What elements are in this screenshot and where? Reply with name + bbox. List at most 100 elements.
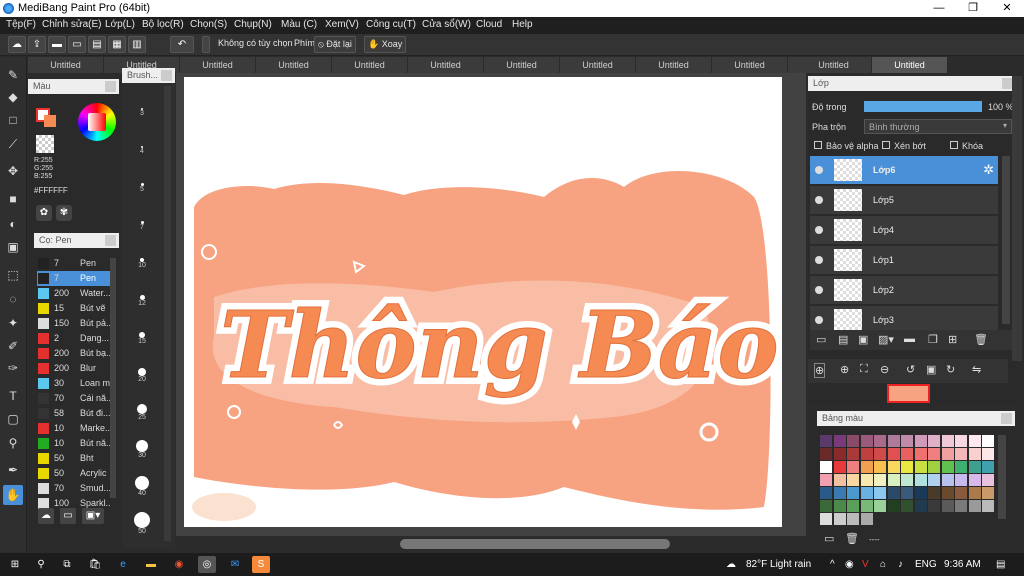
palette-swatch[interactable] [820,435,832,447]
menu-file[interactable]: Tệp(F) [6,19,36,30]
palette-swatch[interactable] [941,461,954,473]
undo-icon[interactable]: ↶ [170,36,194,53]
palette-swatch[interactable] [955,448,967,460]
gear-icon[interactable]: ✲ [983,162,994,178]
brush-tool-icon[interactable]: ✎ [3,65,23,85]
start-icon[interactable]: ⊞ [6,556,24,573]
brush-list-item[interactable]: 150 Bút pả... [37,316,111,331]
palette-swatch[interactable] [941,487,954,499]
rotate-left-icon[interactable]: ↺ [906,363,915,376]
palette-swatch[interactable] [887,474,900,486]
clock[interactable]: 9:36 AM [944,559,981,570]
eraser-tool-icon[interactable]: ◆ [3,87,23,107]
brush-list-item[interactable]: 15 Bút vẽ [37,301,111,316]
actual-size-icon[interactable]: ▣ [926,363,936,376]
line-tool-icon[interactable]: ⟋ [3,134,23,154]
palette-scrollbar[interactable] [998,435,1006,519]
brush-size-option[interactable]: 20 [122,356,162,383]
tab-document[interactable]: Untitled [636,57,712,73]
tray-chevron-icon[interactable]: ^ [830,559,835,570]
menu-color[interactable]: Màu (C) [281,19,317,30]
background-color-swatch[interactable] [44,115,56,127]
minimize-button[interactable]: — [922,0,956,17]
palette-swatch[interactable] [860,500,873,512]
new-8bit-layer-icon[interactable]: ▣ [858,333,868,346]
tab-document[interactable]: Untitled [332,57,408,73]
protect-alpha-checkbox[interactable] [814,141,822,149]
duplicate-layer-icon[interactable]: ❐ [928,333,938,346]
palette-add-icon[interactable]: ✾ [56,205,72,221]
new-halftone-layer-icon[interactable]: ▤ [838,333,848,346]
brush-size-option[interactable]: 30 [122,432,162,459]
tab-document[interactable]: Untitled [712,57,788,73]
palette-swatch[interactable] [968,448,981,460]
palette-swatch[interactable] [820,500,832,512]
palette-swatch[interactable] [874,448,886,460]
palette-swatch[interactable] [847,500,859,512]
palette-swatch[interactable] [914,500,927,512]
palette-swatch[interactable] [914,448,927,460]
task-view-icon[interactable]: ⧉ [58,556,76,573]
brush-size-option[interactable]: 40 [122,470,162,497]
palette-swatch[interactable] [833,474,846,486]
grid-icon[interactable]: ▦ [108,36,126,53]
palette-icon[interactable]: ✿ [36,205,52,221]
search-icon[interactable]: ⚲ [32,556,50,573]
palette-swatch[interactable] [955,487,967,499]
edge-icon[interactable]: e [114,556,132,573]
layer-row[interactable]: Lớp4 [810,216,998,245]
maximize-button[interactable]: ❐ [956,0,990,17]
brush-list-item[interactable]: 2 Dạng... [37,331,111,346]
gradient-tool-icon[interactable]: ▣ [3,237,23,257]
eyedropper-tool-icon[interactable]: ⚲ [3,433,23,453]
palette-swatch[interactable] [982,435,994,447]
navigator-preview[interactable] [887,384,930,403]
palette-swatch[interactable] [982,474,994,486]
palette-swatch[interactable] [887,448,900,460]
palette-swatch[interactable] [874,500,886,512]
palette-swatch[interactable] [833,461,846,473]
comment-icon[interactable]: ▬ [48,36,66,53]
brush-size-option[interactable]: 3 [122,90,162,117]
palette-swatch[interactable] [820,487,832,499]
brush-size-option[interactable]: 4 [122,128,162,155]
brush-list-item[interactable]: 200 Blur [37,361,111,376]
palette-swatch[interactable] [874,487,886,499]
palette-swatch[interactable] [928,474,940,486]
palette-swatch[interactable] [860,461,873,473]
menu-tools[interactable]: Công cụ(T) [366,19,416,30]
palette-swatch[interactable] [860,435,873,447]
opacity-slider[interactable] [864,101,982,112]
palette-swatch[interactable] [901,435,913,447]
menu-view[interactable]: Xem(V) [325,19,359,30]
palette-swatch[interactable] [833,448,846,460]
palette-swatch[interactable] [847,474,859,486]
palette-swatch[interactable] [941,435,954,447]
palette-swatch[interactable] [847,435,859,447]
drawing-canvas[interactable]: Thông Báo Thông Báo [184,77,786,527]
layout-icon[interactable]: ▥ [128,36,146,53]
chrome-icon[interactable]: ◉ [170,556,188,573]
brush-size-option[interactable]: 5 [122,166,162,193]
network-icon[interactable]: ⌂ [880,559,886,570]
tab-document[interactable]: Untitled [28,57,104,73]
palette-swatch[interactable] [874,461,886,473]
palette-swatch[interactable] [901,474,913,486]
brush-size-option[interactable]: 25 [122,394,162,421]
notification-icon[interactable]: ▤ [996,559,1005,570]
brush-list-item[interactable]: 200 Bút bạ... [37,346,111,361]
layer-row[interactable]: Lớp5 [810,186,998,215]
zoom-in-2-icon[interactable]: ⊕ [840,363,849,376]
add-color-icon[interactable]: ▭ [824,532,834,545]
layer-list-scrollbar[interactable] [1002,156,1010,324]
palette-swatch[interactable] [901,500,913,512]
menu-select[interactable]: Chọn(S) [190,19,227,30]
tab-document[interactable]: Untitled [796,57,872,73]
palette-swatch[interactable] [833,513,846,525]
fill-rect-tool-icon[interactable]: ■ [3,189,23,209]
brush-size-option[interactable]: 10 [122,242,162,269]
file-explorer-icon[interactable]: ▬ [142,556,160,573]
delete-color-icon[interactable]: 🗑 [845,532,859,545]
medibang-taskbar-icon[interactable]: ◎ [198,556,216,573]
menu-layer[interactable]: Lớp(L) [105,19,135,30]
